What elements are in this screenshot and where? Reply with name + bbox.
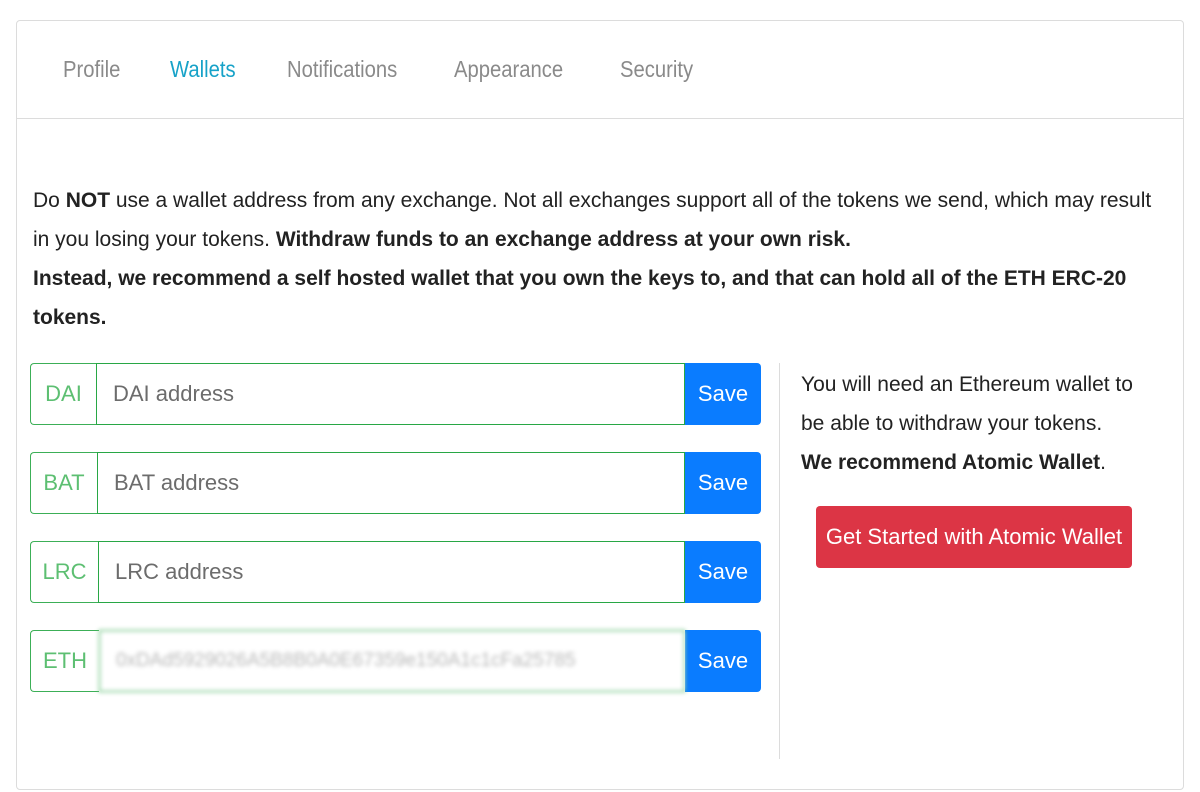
- save-eth-button[interactable]: Save: [685, 630, 761, 692]
- token-prefix-eth: ETH: [30, 630, 99, 692]
- dai-address-input[interactable]: [96, 363, 685, 425]
- save-lrc-button[interactable]: Save: [685, 541, 761, 603]
- save-dai-button[interactable]: Save: [685, 363, 761, 425]
- tab-profile[interactable]: Profile: [63, 56, 120, 83]
- wallet-row-dai: DAI Save: [30, 363, 761, 425]
- notice-not-bold: NOT: [65, 189, 111, 212]
- token-prefix-bat: BAT: [30, 452, 97, 514]
- recommend-period: .: [1100, 451, 1106, 474]
- wallet-row-bat: BAT Save: [30, 452, 761, 514]
- notice-text-1: Do: [33, 189, 66, 212]
- save-bat-button[interactable]: Save: [685, 452, 761, 514]
- ethereum-wallet-info-text: You will need an Ethereum wallet to be a…: [801, 373, 1133, 435]
- wallet-row-eth: ETH Save: [30, 630, 761, 692]
- notice-risk-bold: Withdraw funds to an exchange address at…: [275, 228, 851, 251]
- token-prefix-dai: DAI: [30, 363, 96, 425]
- settings-tabs: Profile Wallets Notifications Appearance…: [17, 21, 1183, 119]
- tab-security[interactable]: Security: [620, 56, 693, 83]
- settings-card: Profile Wallets Notifications Appearance…: [16, 20, 1184, 790]
- bat-address-input[interactable]: [97, 452, 685, 514]
- wallet-row-lrc: LRC Save: [30, 541, 761, 603]
- tab-wallets[interactable]: Wallets: [170, 56, 236, 83]
- notice-recommendation-bold: Instead, we recommend a self hosted wall…: [33, 267, 1127, 329]
- column-divider: [779, 363, 780, 759]
- eth-address-input[interactable]: [99, 630, 685, 692]
- ethereum-wallet-info: You will need an Ethereum wallet to be a…: [801, 365, 1161, 482]
- lrc-address-input[interactable]: [98, 541, 685, 603]
- get-started-atomic-wallet-button[interactable]: Get Started with Atomic Wallet: [816, 506, 1132, 568]
- token-prefix-lrc: LRC: [30, 541, 98, 603]
- exchange-warning-notice: Do NOT use a wallet address from any exc…: [33, 181, 1173, 337]
- tab-notifications[interactable]: Notifications: [287, 56, 397, 83]
- tab-appearance[interactable]: Appearance: [454, 56, 563, 83]
- recommend-atomic-bold: We recommend Atomic Wallet: [801, 451, 1101, 474]
